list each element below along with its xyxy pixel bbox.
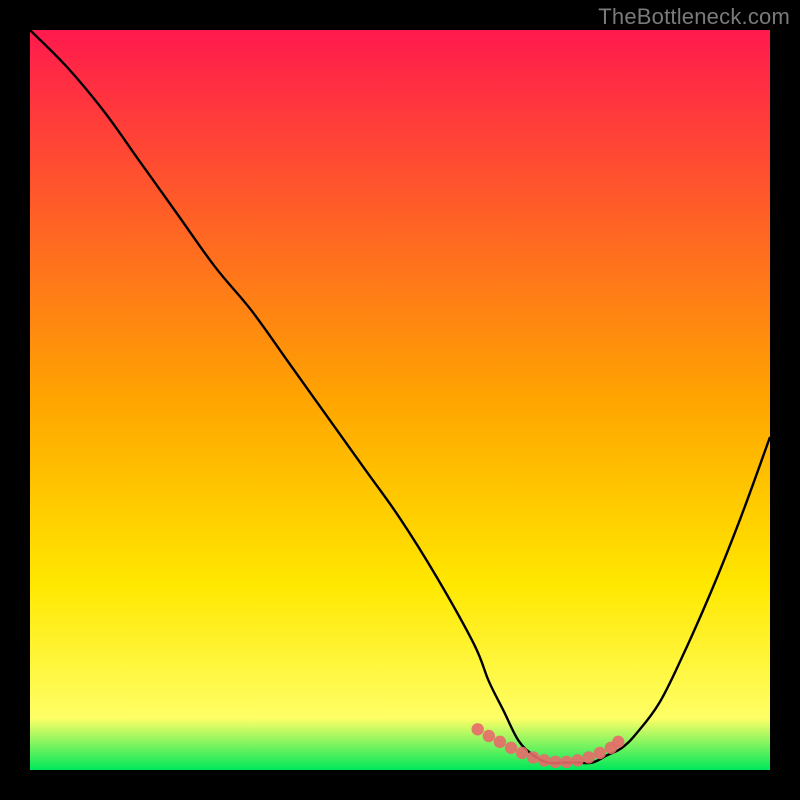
valley-marker [483,730,495,742]
valley-marker [527,751,539,763]
valley-marker [494,736,506,748]
valley-marker [571,754,583,766]
valley-marker [538,754,550,766]
valley-marker [612,736,624,748]
valley-marker [594,747,606,759]
valley-marker [549,756,561,768]
valley-marker [472,723,484,735]
valley-marker [516,747,528,759]
valley-marker [583,751,595,763]
valley-marker [560,756,572,768]
bottleneck-chart [0,0,800,800]
valley-marker [505,742,517,754]
chart-frame: TheBottleneck.com [0,0,800,800]
gradient-plot-area [30,30,770,770]
watermark-text: TheBottleneck.com [598,4,790,30]
